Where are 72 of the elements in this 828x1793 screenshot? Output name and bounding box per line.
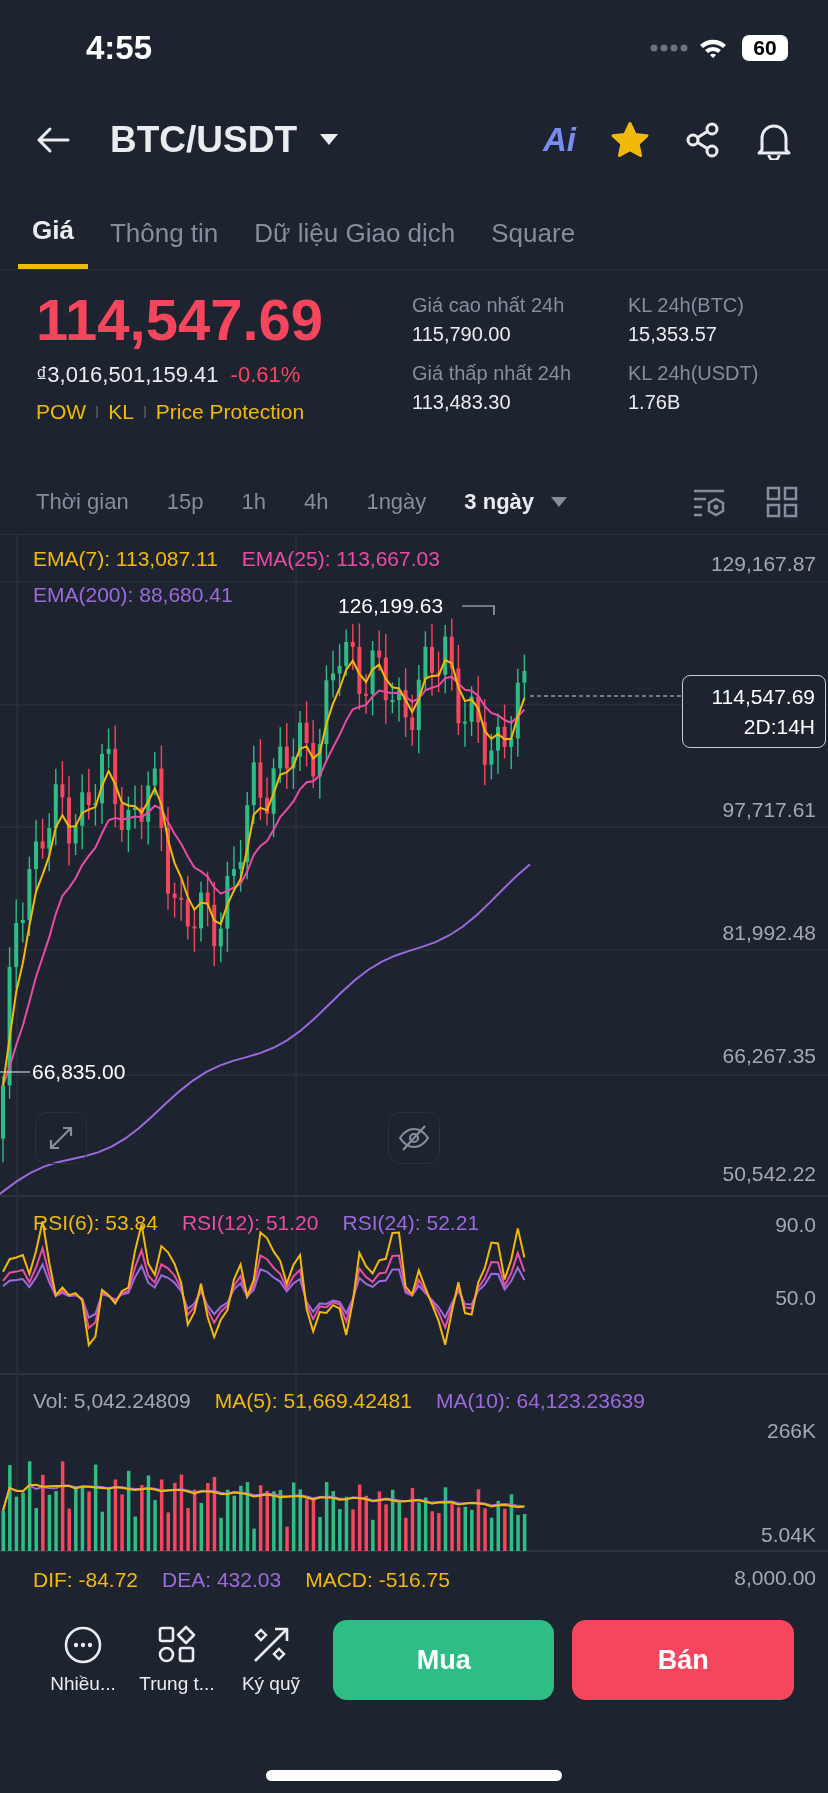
axis-label: 129,167.87 [710,552,816,576]
signal-icon [650,42,688,53]
legend-text: EMA(25): 113,667.03 [241,547,440,571]
expand-icon [47,1124,75,1152]
last-price: 114,547.69 [36,288,325,352]
legend-text: RSI(12): 51.20 [181,1211,319,1235]
clock: 4:55 [86,28,153,67]
tag-link[interactable]: Price Protection [155,399,305,424]
tag-link[interactable]: POW [36,399,87,424]
axis-label: 8,000.00 [734,1566,816,1590]
sell-button[interactable]: Bán [572,1620,794,1700]
axis-label: 5.04K [761,1523,816,1547]
leader-line [0,1071,31,1073]
stat-value: 15,353.57 [628,323,718,346]
stat-value: 113,483.30 [412,391,512,414]
legend-text: EMA(7): 113,087.11 [33,547,218,571]
legend-text: MA(10): 64,123.23639 [435,1389,645,1413]
stat-label: Giá thấp nhất 24h [412,362,572,385]
battery-indicator: 60 [742,34,788,61]
stat-value: 115,790.00 [412,323,512,346]
axis-label: 66,267.35 [722,1044,816,1068]
interval-option[interactable]: 1h [241,485,266,519]
axis-label: 90.0 [775,1213,816,1237]
legend-text: RSI(6): 53.84 [33,1211,158,1235]
axis-label: 266K [766,1419,816,1443]
legend-text: MACD: -516.75 [305,1568,450,1592]
tab[interactable]: Square [477,185,590,269]
interval-option[interactable]: 1ngày [366,485,427,519]
price-change: -0.61% [230,361,301,388]
star-icon[interactable] [610,121,650,159]
tab[interactable]: Dữ liệu Giao dịch [240,185,470,269]
axis-label: 50,542.22 [722,1162,816,1186]
interval-option[interactable]: 3 ngày [464,485,535,519]
tab[interactable]: Giá [18,185,88,269]
fullscreen-button[interactable] [35,1112,87,1164]
tag-link[interactable]: KL [108,399,134,424]
grid-layout-icon[interactable] [766,486,798,518]
toolbar-action[interactable]: Trung t... [130,1625,224,1695]
legend-text: RSI(24): 52.21 [342,1211,480,1235]
low-price-label: 66,835.00 [32,1060,126,1084]
toolbar-action[interactable]: Nhiều... [36,1625,130,1695]
axis-label: 50.0 [775,1286,816,1310]
axis-label: 97,717.61 [722,798,816,822]
stat-label: Giá cao nhất 24h [412,294,566,317]
indicator-settings-icon[interactable] [692,487,726,517]
caret-icon[interactable] [319,133,340,147]
more-icon [63,1625,103,1665]
legend-text: Vol: 5,042.24809 [33,1389,191,1413]
leader-line [461,605,495,616]
interval-option[interactable]: 15p [166,485,204,519]
high-price-label: 126,199.63 [338,594,444,618]
hide-button[interactable] [388,1112,440,1164]
eye-off-icon [398,1124,430,1152]
legend-text: DEA: 432.03 [162,1568,282,1592]
legend-text: EMA(200): 88,680.41 [33,583,233,607]
interval-label[interactable]: Thời gian [36,489,129,515]
stat-label: KL 24h(USDT) [628,362,760,385]
tab[interactable]: Thông tin [95,185,233,269]
back-arrow-icon[interactable] [36,126,70,154]
stat-label: KL 24h(BTC) [628,294,745,317]
toolbar-action[interactable]: Ký quỹ [223,1625,318,1695]
stat-value: 1.76B [628,391,682,414]
legend-text: DIF: -84.72 [33,1568,139,1592]
interval-option[interactable]: 4h [303,485,329,519]
price-tag-value: 114,547.69 [711,684,815,709]
pair-title[interactable]: BTC/USDT [110,119,298,161]
countdown-text: 2D:14H [743,714,815,739]
shapes-grid-icon [156,1625,197,1665]
axis-label: 81,992.48 [722,921,816,945]
legend-text: MA(5): 51,669.42481 [214,1389,412,1413]
ai-assistant-button[interactable]: Ai [543,121,576,159]
fiat-price: ₫3,016,501,159.41 [36,361,219,388]
